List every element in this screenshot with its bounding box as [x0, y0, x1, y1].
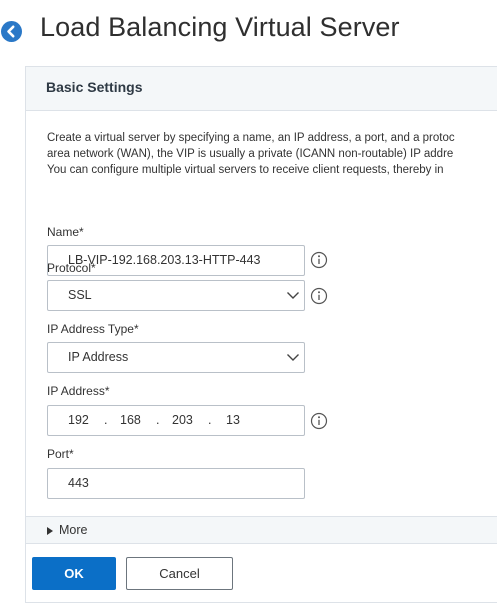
- chevron-down-icon: [287, 354, 299, 361]
- caret-right-icon: [47, 527, 53, 535]
- ip-octet-4[interactable]: 13: [226, 406, 240, 435]
- ok-button[interactable]: OK: [32, 557, 116, 590]
- protocol-select[interactable]: SSL: [47, 280, 305, 311]
- info-icon[interactable]: [310, 251, 328, 269]
- ip-octet-2[interactable]: 168: [120, 406, 141, 435]
- ip-address-type-label: IP Address Type*: [47, 322, 139, 336]
- back-button[interactable]: [1, 21, 22, 42]
- ip-separator: .: [104, 413, 108, 427]
- chevron-down-icon: [287, 292, 299, 299]
- protocol-selected-value: SSL: [68, 288, 92, 302]
- ip-address-label: IP Address*: [47, 384, 110, 398]
- basic-settings-panel: Basic Settings Create a virtual server b…: [25, 66, 497, 603]
- more-label: More: [59, 523, 88, 537]
- name-label: Name*: [47, 225, 84, 239]
- section-description: Create a virtual server by specifying a …: [47, 130, 497, 178]
- description-line: You can configure multiple virtual serve…: [47, 164, 444, 176]
- page-header: Load Balancing Virtual Server: [0, 0, 497, 56]
- info-icon[interactable]: [310, 412, 328, 430]
- description-line: Create a virtual server by specifying a …: [47, 132, 455, 144]
- info-icon[interactable]: [310, 287, 328, 305]
- ip-separator: .: [156, 413, 160, 427]
- description-line: area network (WAN), the VIP is usually a…: [47, 148, 454, 160]
- ip-address-input[interactable]: 192 . 168 . 203 . 13: [47, 405, 305, 436]
- port-label: Port*: [47, 447, 74, 461]
- more-toggle[interactable]: More: [26, 516, 497, 544]
- page-title: Load Balancing Virtual Server: [40, 12, 400, 42]
- protocol-label: Protocol*: [47, 261, 96, 275]
- section-title: Basic Settings: [46, 79, 143, 95]
- ip-separator: .: [208, 413, 212, 427]
- arrow-left-circle-icon: [7, 25, 15, 38]
- section-header: Basic Settings: [26, 67, 497, 111]
- ip-address-type-select[interactable]: IP Address: [47, 342, 305, 373]
- cancel-button[interactable]: Cancel: [126, 557, 233, 590]
- port-input[interactable]: 443: [47, 468, 305, 499]
- ip-address-type-selected-value: IP Address: [68, 350, 129, 364]
- ip-octet-3[interactable]: 203: [172, 406, 193, 435]
- ip-octet-1[interactable]: 192: [68, 406, 89, 435]
